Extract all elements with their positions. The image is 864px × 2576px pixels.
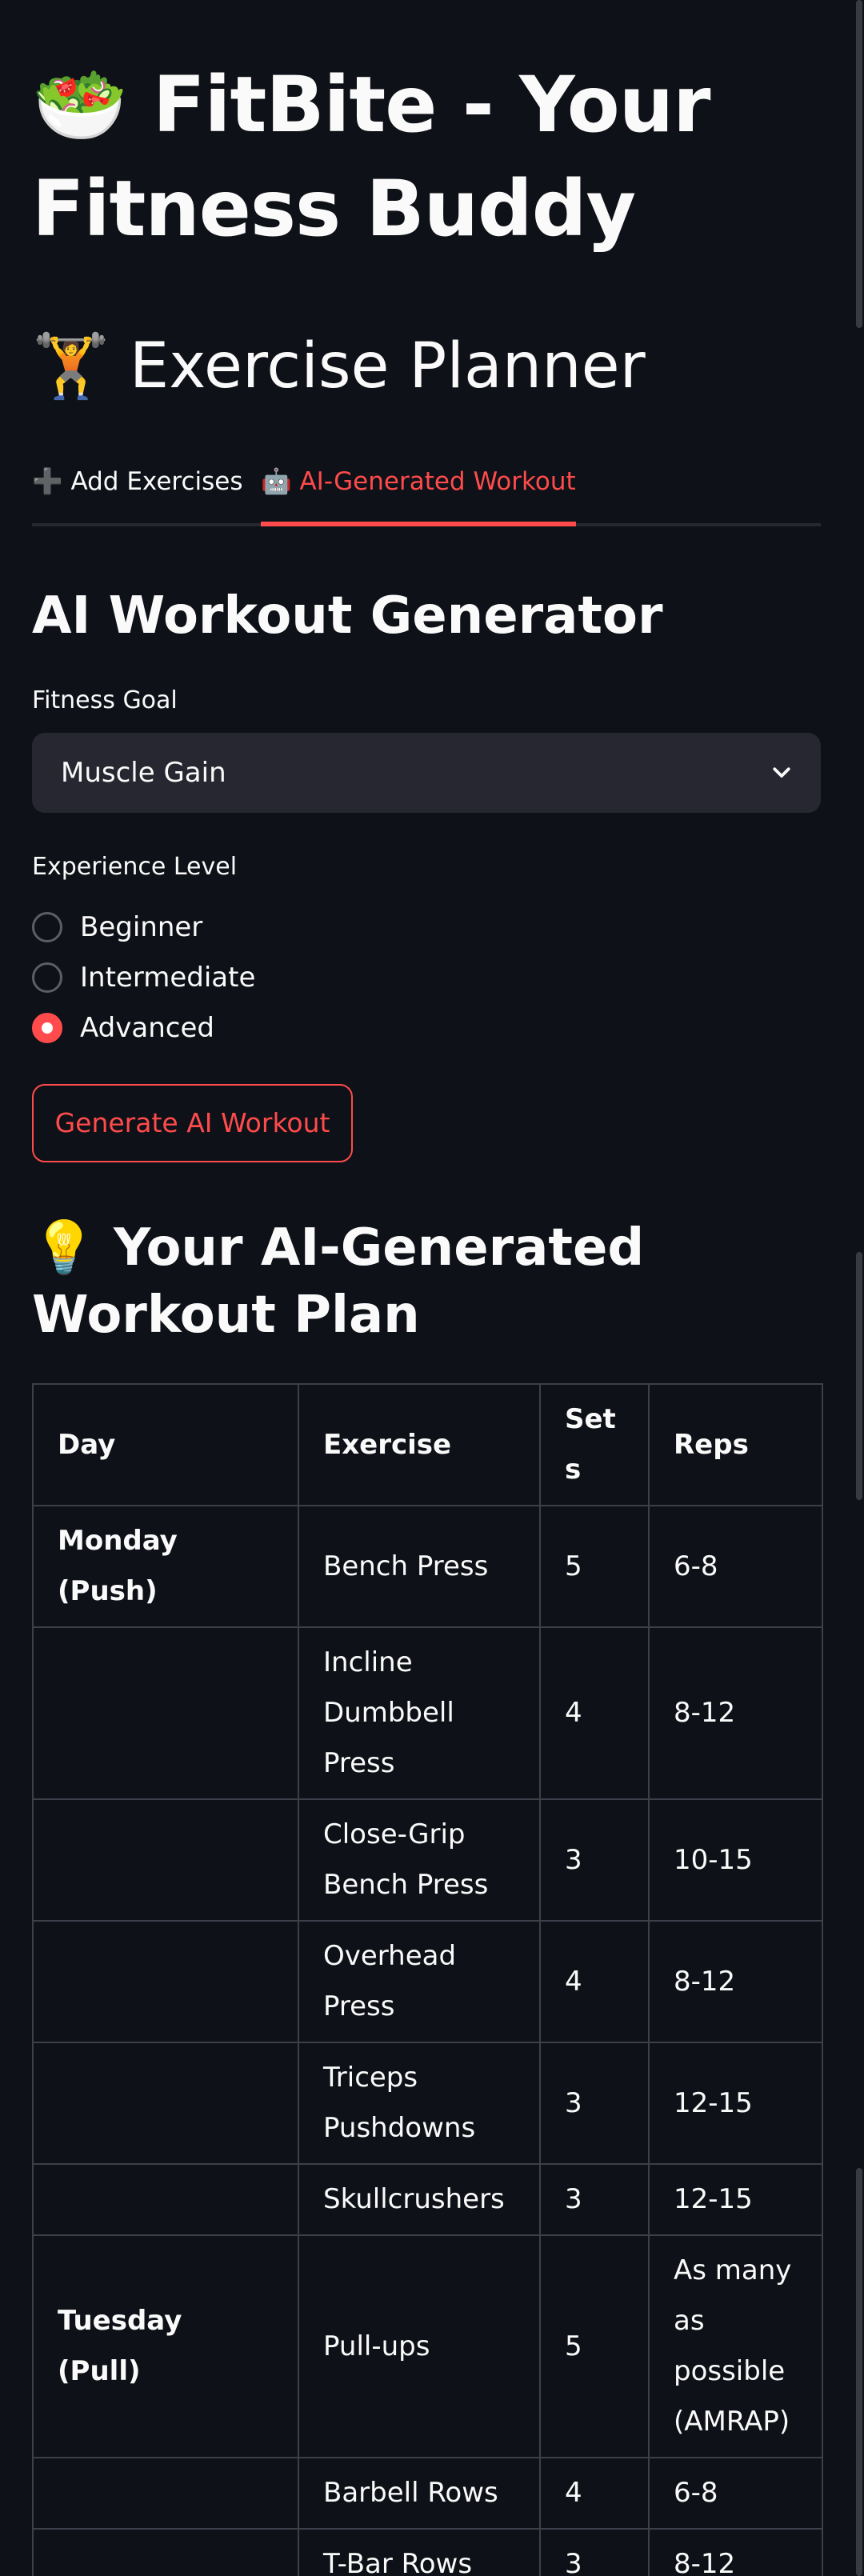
- column-header-exercise: Exercise: [298, 1383, 541, 1506]
- table-row: Close-Grip Bench Press 3 10-15: [32, 1798, 823, 1922]
- exercise-cell: Barbell Rows: [298, 2457, 541, 2530]
- reps-cell: 8-12: [648, 1626, 823, 1800]
- generator-title: AI Workout Generator: [32, 586, 663, 646]
- table-row: T-Bar Rows 3 8-12: [32, 2528, 823, 2576]
- app-page: 🥗 FitBite - Your Fitness Buddy 🏋️ Exerci…: [0, 0, 864, 2576]
- reps-cell: As many as possible (AMRAP): [648, 2234, 823, 2458]
- sets-cell: 3: [539, 1798, 650, 1922]
- workout-plan-table: Day Exercise Sets Reps Monday (Push) Ben…: [32, 1383, 823, 2576]
- scrollbar-thumb[interactable]: [856, 2168, 862, 2576]
- exercise-cell: Close-Grip Bench Press: [298, 1798, 541, 1922]
- day-cell: [32, 1920, 299, 2043]
- exercise-cell: Incline Dumbbell Press: [298, 1626, 541, 1800]
- experience-level-label: Experience Level: [32, 853, 238, 881]
- table-row: Triceps Pushdowns 3 12-15: [32, 2042, 823, 2165]
- tab-add-exercises[interactable]: ➕ Add Exercises: [32, 456, 243, 523]
- radio-circle-selected[interactable]: [32, 1013, 62, 1043]
- column-header-sets: Sets: [539, 1383, 650, 1506]
- plus-icon: ➕: [32, 467, 63, 496]
- exercise-cell: Bench Press: [298, 1505, 541, 1628]
- sets-cell: 3: [539, 2528, 650, 2576]
- weightlifter-icon: 🏋️: [32, 330, 110, 402]
- tab-bar: ➕ Add Exercises 🤖 AI-Generated Workout: [32, 456, 821, 526]
- table-row: Tuesday (Pull) Pull-ups 5 As many as pos…: [32, 2234, 823, 2458]
- app-title-text: FitBite - Your Fitness Buddy: [32, 60, 710, 254]
- day-cell: [32, 2042, 299, 2165]
- reps-cell: 8-12: [648, 1920, 823, 2043]
- table-row: Incline Dumbbell Press 4 8-12: [32, 1626, 823, 1800]
- table-header-row: Day Exercise Sets Reps: [32, 1383, 823, 1506]
- radio-circle[interactable]: [32, 912, 62, 942]
- column-header-day: Day: [32, 1383, 299, 1506]
- reps-cell: 6-8: [648, 2457, 823, 2530]
- day-cell: [32, 1626, 299, 1800]
- salad-icon: 🥗: [32, 60, 128, 150]
- scrollbar-thumb[interactable]: [856, 0, 862, 328]
- sets-cell: 4: [539, 2457, 650, 2530]
- column-header-reps: Reps: [648, 1383, 823, 1506]
- day-cell: [32, 1798, 299, 1922]
- fitness-goal-select[interactable]: Muscle Gain: [32, 733, 821, 813]
- table-row: Skullcrushers 3 12-15: [32, 2163, 823, 2236]
- reps-cell: 8-12: [648, 2528, 823, 2576]
- section-title: 🏋️ Exercise Planner: [32, 318, 646, 414]
- exercise-cell: Overhead Press: [298, 1920, 541, 2043]
- sets-cell: 3: [539, 2163, 650, 2236]
- radio-label: Advanced: [80, 1012, 214, 1044]
- generate-ai-workout-button[interactable]: Generate AI Workout: [32, 1084, 353, 1162]
- day-cell: [32, 2163, 299, 2236]
- plan-title: 💡 Your AI-Generated Workout Plan: [32, 1214, 821, 1349]
- reps-cell: 12-15: [648, 2163, 823, 2236]
- table-row: Barbell Rows 4 6-8: [32, 2457, 823, 2530]
- table-row: Monday (Push) Bench Press 5 6-8: [32, 1505, 823, 1628]
- chevron-down-icon: [773, 767, 790, 778]
- reps-cell: 10-15: [648, 1798, 823, 1922]
- exercise-cell: Pull-ups: [298, 2234, 541, 2458]
- sets-cell: 4: [539, 1626, 650, 1800]
- tab-label: AI-Generated Workout: [299, 467, 576, 496]
- day-cell: Tuesday (Pull): [32, 2234, 299, 2458]
- day-cell: Monday (Push): [32, 1505, 299, 1628]
- day-cell: [32, 2457, 299, 2530]
- sets-cell: 5: [539, 1505, 650, 1628]
- radio-label: Beginner: [80, 911, 203, 943]
- radio-label: Intermediate: [80, 962, 256, 994]
- exercise-cell: Triceps Pushdowns: [298, 2042, 541, 2165]
- day-cell: [32, 2528, 299, 2576]
- reps-cell: 12-15: [648, 2042, 823, 2165]
- tab-ai-generated-workout[interactable]: 🤖 AI-Generated Workout: [261, 456, 576, 526]
- plan-title-text: Your AI-Generated Workout Plan: [32, 1218, 645, 1345]
- app-title: 🥗 FitBite - Your Fitness Buddy: [32, 53, 821, 261]
- scrollbar-thumb[interactable]: [856, 1252, 862, 1500]
- robot-icon: 🤖: [261, 467, 292, 496]
- fitness-goal-value: Muscle Gain: [61, 757, 226, 789]
- tab-label: Add Exercises: [70, 467, 243, 496]
- exercise-cell: T-Bar Rows: [298, 2528, 541, 2576]
- sets-cell: 5: [539, 2234, 650, 2458]
- section-title-text: Exercise Planner: [129, 330, 646, 402]
- radio-intermediate[interactable]: Intermediate: [32, 958, 512, 998]
- radio-beginner[interactable]: Beginner: [32, 907, 512, 947]
- sets-cell: 4: [539, 1920, 650, 2043]
- radio-circle[interactable]: [32, 962, 62, 993]
- sets-cell: 3: [539, 2042, 650, 2165]
- fitness-goal-label: Fitness Goal: [32, 686, 178, 714]
- reps-cell: 6-8: [648, 1505, 823, 1628]
- table-row: Overhead Press 4 8-12: [32, 1920, 823, 2043]
- radio-advanced[interactable]: Advanced: [32, 1008, 512, 1048]
- light-bulb-icon: 💡: [32, 1218, 96, 1278]
- exercise-cell: Skullcrushers: [298, 2163, 541, 2236]
